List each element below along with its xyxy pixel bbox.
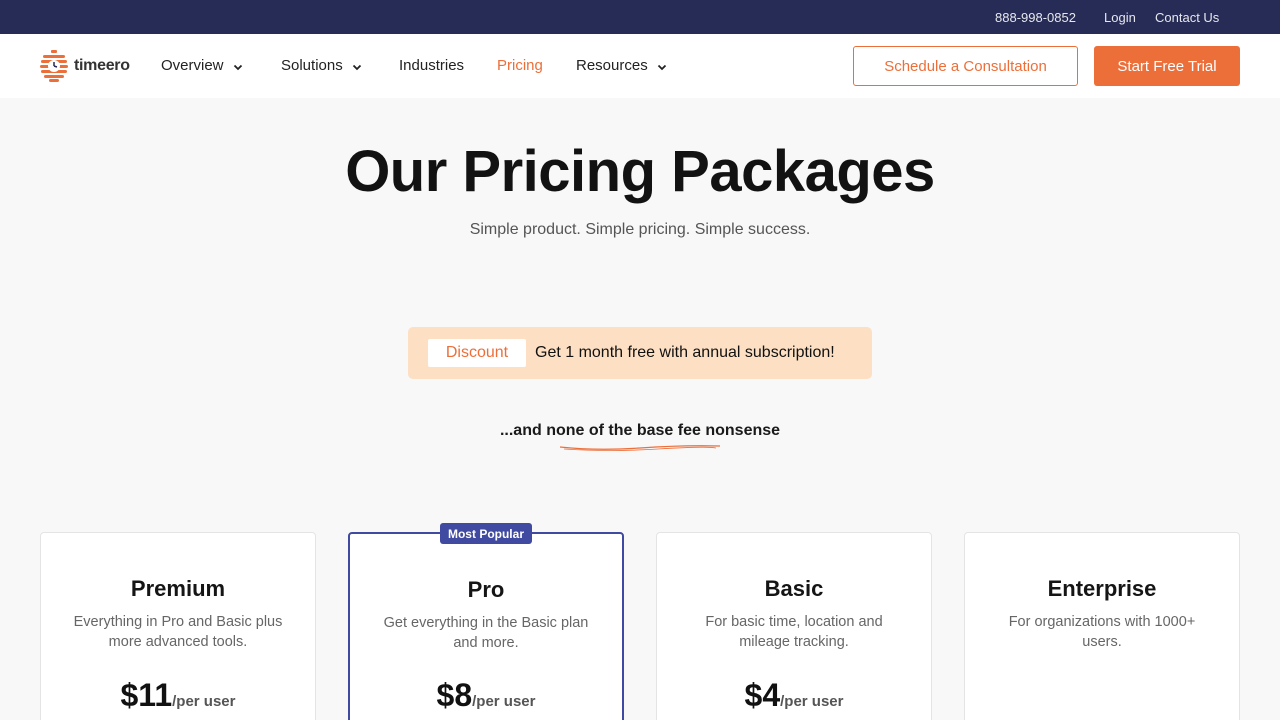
nav-resources[interactable]: Resources <box>576 57 668 74</box>
chevron-down-icon <box>351 60 363 72</box>
price-unit: /per user <box>172 693 236 710</box>
base-fee-tagline: ...and none of the base fee nonsense <box>0 422 1280 440</box>
page-subtitle: Simple product. Simple pricing. Simple s… <box>469 221 811 238</box>
plan-card-premium: Premium Everything in Pro and Basic plus… <box>40 532 316 720</box>
discount-banner: Discount Get 1 month free with annual su… <box>408 327 872 379</box>
discount-text: Get 1 month free with annual subscriptio… <box>535 344 835 361</box>
nav-pricing-label: Pricing <box>497 57 543 74</box>
start-free-trial-button[interactable]: Start Free Trial <box>1094 46 1240 86</box>
nav-industries-label: Industries <box>399 57 465 74</box>
plan-description: For basic time, location and mileage tra… <box>705 614 883 650</box>
plan-price: $11/per user <box>41 677 315 714</box>
plan-card-enterprise: Enterprise For organizations with 1000+ … <box>964 532 1240 720</box>
nav-solutions-label: Solutions <box>281 57 343 74</box>
most-popular-badge: Most Popular <box>440 523 532 544</box>
phone-link[interactable]: 888-998-0852 <box>995 10 1076 25</box>
nav-pricing[interactable]: Pricing <box>497 57 543 74</box>
plan-name: Premium <box>130 576 226 601</box>
plan-description: Everything in Pro and Basic plus more ad… <box>73 614 283 650</box>
logo-text: timeero <box>74 57 130 74</box>
stopwatch-logo-icon <box>40 50 68 82</box>
plan-card-pro: Pro Get everything in the Basic plan and… <box>348 532 624 720</box>
nav-industries[interactable]: Industries <box>399 57 464 74</box>
schedule-consultation-button[interactable]: Schedule a Consultation <box>853 46 1078 86</box>
plan-description: Get everything in the Basic plan and mor… <box>383 615 589 651</box>
timeero-logo[interactable]: timeero <box>40 49 130 83</box>
price-unit: /per user <box>472 693 536 710</box>
plan-price: $4/per user <box>657 677 931 714</box>
page-title: Our Pricing Packages <box>345 139 935 204</box>
top-utility-bar: 888-998-0852 Login Contact Us <box>0 0 1280 34</box>
price-amount: $4 <box>744 677 781 713</box>
login-link[interactable]: Login <box>1104 10 1136 25</box>
plan-card-basic: Basic For basic time, location and milea… <box>656 532 932 720</box>
nav-overview-label: Overview <box>161 57 224 74</box>
price-amount: $11 <box>120 677 173 713</box>
chevron-down-icon <box>232 60 244 72</box>
underline-squiggle <box>559 445 721 451</box>
nav-solutions[interactable]: Solutions <box>281 57 363 74</box>
plan-description: For organizations with 1000+ users. <box>1008 614 1196 650</box>
nav-overview[interactable]: Overview <box>161 57 244 74</box>
chevron-down-icon <box>656 60 668 72</box>
plan-price: $8/per user <box>350 677 622 714</box>
tagline-emphasis: none of the base fee nonsense <box>546 422 781 439</box>
tagline-prefix: ...and <box>499 422 547 439</box>
plan-name: Enterprise <box>1047 576 1157 601</box>
discount-tag: Discount <box>428 339 526 367</box>
price-amount: $8 <box>436 677 473 713</box>
plan-name: Basic <box>764 576 824 601</box>
main-navigation: timeero Overview Solutions Industries Pr… <box>0 34 1280 98</box>
plan-name: Pro <box>467 577 505 602</box>
nav-resources-label: Resources <box>576 57 648 74</box>
contact-us-link[interactable]: Contact Us <box>1155 10 1219 25</box>
price-unit: /per user <box>780 693 844 710</box>
